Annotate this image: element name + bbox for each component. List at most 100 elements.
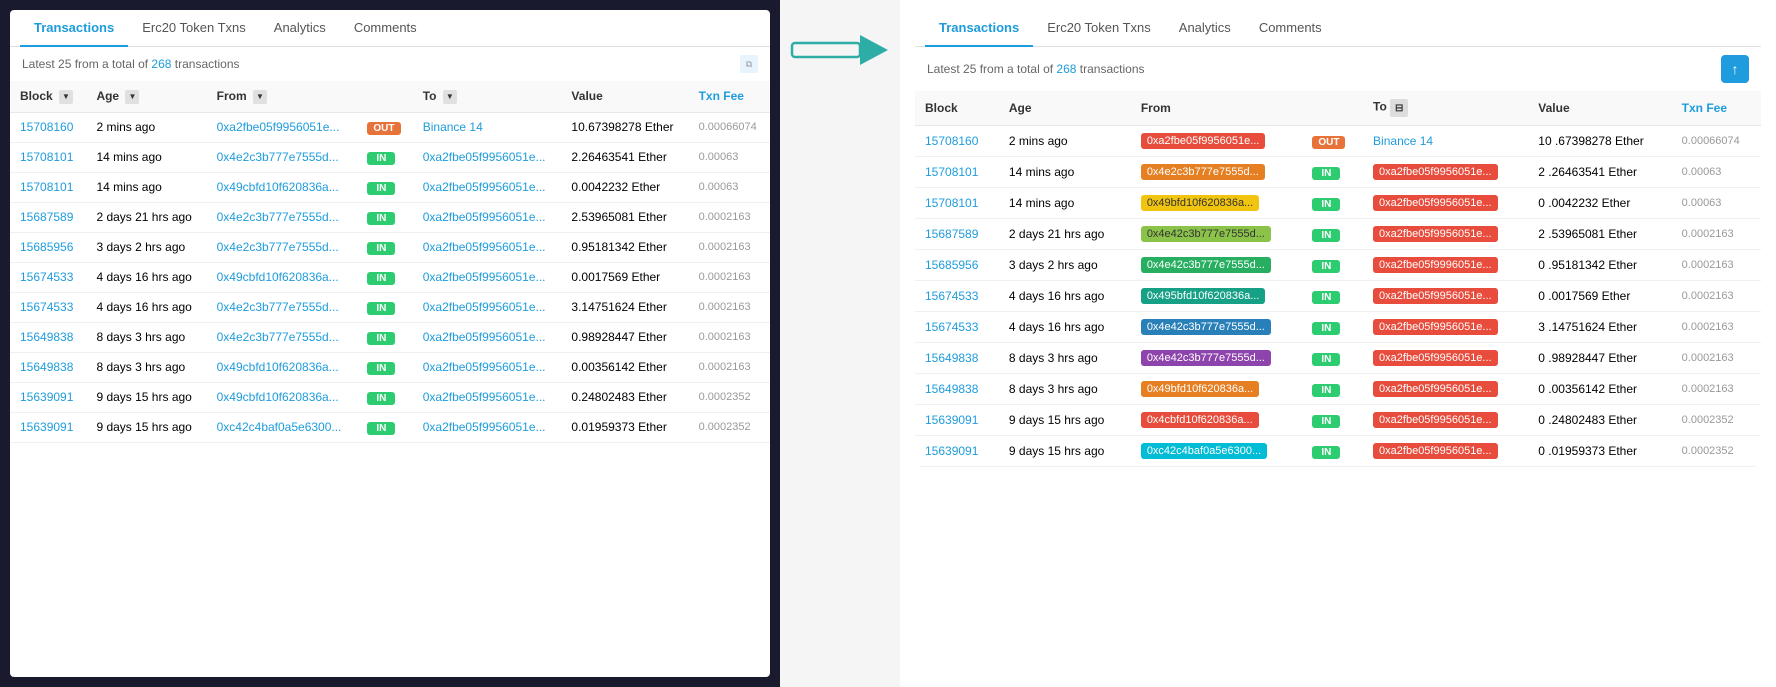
from-pill[interactable]: 0x4e2c3b777e7555d... xyxy=(1141,164,1265,180)
direction-badge: IN xyxy=(367,152,395,165)
copy-btn-left[interactable]: ⧉ xyxy=(740,55,758,73)
table-row: 15649838 8 days 3 hrs ago 0x4e42c3b777e7… xyxy=(915,343,1761,374)
cell-to: 0xa2fbe05f9956051e... xyxy=(1363,343,1528,374)
tx-count-link-right[interactable]: 268 xyxy=(1056,62,1076,76)
from-link[interactable]: 0x49cbfd10f620836a... xyxy=(217,180,339,194)
to-pill[interactable]: 0xa2fbe05f9956051e... xyxy=(1373,195,1498,211)
tab-transactions-left[interactable]: Transactions xyxy=(20,10,128,47)
direction-badge: IN xyxy=(367,212,395,225)
block-link[interactable]: 15685956 xyxy=(925,258,978,272)
cell-value: 0.0017569 Ether xyxy=(561,262,688,292)
block-link[interactable]: 15685956 xyxy=(20,240,73,254)
to-pill[interactable]: 0xa2fbe05f9996051e... xyxy=(1373,257,1498,273)
block-link[interactable]: 15639091 xyxy=(20,420,73,434)
tab-transactions-right[interactable]: Transactions xyxy=(925,10,1033,47)
block-link[interactable]: 15687589 xyxy=(20,210,73,224)
to-pill[interactable]: 0xa2fbe05f9956051e... xyxy=(1373,319,1498,335)
tab-erc20-right[interactable]: Erc20 Token Txns xyxy=(1033,10,1165,47)
from-link[interactable]: 0x4e2c3b777e7555d... xyxy=(217,210,339,224)
to-link[interactable]: Binance 14 xyxy=(423,120,483,134)
from-pill[interactable]: 0x49bfd10f620836a... xyxy=(1141,381,1259,397)
block-link[interactable]: 15649838 xyxy=(20,360,73,374)
from-link[interactable]: 0x49cbfd10f620836a... xyxy=(217,390,339,404)
cell-age: 4 days 16 hrs ago xyxy=(86,262,206,292)
from-link[interactable]: 0xc42c4baf0a5e6300... xyxy=(217,420,342,434)
to-pill[interactable]: 0xa2fbe05f9956051e... xyxy=(1373,381,1498,397)
from-pill[interactable]: 0x4e42c3b777e7555d... xyxy=(1141,350,1271,366)
block-link[interactable]: 15674533 xyxy=(925,289,978,303)
from-pill[interactable]: 0x4cbfd10f620836a... xyxy=(1141,412,1259,428)
from-pill[interactable]: 0xa2fbe05f9956051e... xyxy=(1141,133,1266,149)
cell-badge: IN xyxy=(1302,219,1363,250)
sort-to-left[interactable]: ▼ xyxy=(443,90,457,104)
sort-age-left[interactable]: ▼ xyxy=(125,90,139,104)
tab-comments-left[interactable]: Comments xyxy=(340,10,431,47)
to-link[interactable]: 0xa2fbe05f9956051e... xyxy=(423,390,546,404)
block-link[interactable]: 15708101 xyxy=(20,150,73,164)
from-link[interactable]: 0x4e2c3b777e7555d... xyxy=(217,330,339,344)
block-link[interactable]: 15674533 xyxy=(925,320,978,334)
from-link[interactable]: 0x4e2c3b777e7555d... xyxy=(217,150,339,164)
from-pill[interactable]: 0x4e42c3b777e7555d... xyxy=(1141,257,1271,273)
table-row: 15674533 4 days 16 hrs ago 0x49cbfd10f62… xyxy=(10,262,770,292)
from-link[interactable]: 0x4e2c3b777e7555d... xyxy=(217,240,339,254)
to-link[interactable]: 0xa2fbe05f9956051e... xyxy=(423,270,546,284)
from-pill[interactable]: 0x4e42c3b777e7555d... xyxy=(1141,226,1271,242)
from-pill[interactable]: 0x495bfd10f620836a... xyxy=(1141,288,1266,304)
block-link[interactable]: 15708160 xyxy=(20,120,73,134)
to-link[interactable]: 0xa2fbe05f9956051e... xyxy=(423,330,546,344)
to-link[interactable]: 0xa2fbe05f9956051e... xyxy=(423,360,546,374)
tab-analytics-right[interactable]: Analytics xyxy=(1165,10,1245,47)
block-link[interactable]: 15639091 xyxy=(925,413,978,427)
to-link[interactable]: 0xa2fbe05f9956051e... xyxy=(423,240,546,254)
from-pill[interactable]: 0x4e42c3b777e7555d... xyxy=(1141,319,1271,335)
sort-from-left[interactable]: ▼ xyxy=(253,90,267,104)
cell-age: 8 days 3 hrs ago xyxy=(999,374,1131,405)
block-link[interactable]: 15649838 xyxy=(20,330,73,344)
cell-to: 0xa2fbe05f9956051e... xyxy=(413,352,562,382)
block-link[interactable]: 15674533 xyxy=(20,300,73,314)
block-link[interactable]: 15649838 xyxy=(925,351,978,365)
cell-fee: 0.0002352 xyxy=(689,412,770,442)
to-pill[interactable]: 0xa2fbe05f9956051e... xyxy=(1373,350,1498,366)
cell-to: 0xa2fbe05f9956051e... xyxy=(1363,374,1528,405)
col-value-left: Value xyxy=(561,81,688,112)
tx-count-link-left[interactable]: 268 xyxy=(151,57,171,71)
block-link[interactable]: 15674533 xyxy=(20,270,73,284)
from-link[interactable]: 0x49cbfd10f620836a... xyxy=(217,360,339,374)
from-pill[interactable]: 0x49bfd10f620836a... xyxy=(1141,195,1259,211)
block-link[interactable]: 15708101 xyxy=(925,196,978,210)
to-pill[interactable]: 0xa2fbe05f9956051e... xyxy=(1373,443,1498,459)
cell-fee: 0.0002163 xyxy=(689,262,770,292)
sort-block-left[interactable]: ▼ xyxy=(59,90,73,104)
block-link[interactable]: 15649838 xyxy=(925,382,978,396)
left-card: Transactions Erc20 Token Txns Analytics … xyxy=(10,10,770,677)
cell-to: Binance 14 xyxy=(1363,126,1528,157)
block-link[interactable]: 15639091 xyxy=(20,390,73,404)
filter-to-icon[interactable]: ⊟ xyxy=(1390,99,1408,117)
tab-erc20-left[interactable]: Erc20 Token Txns xyxy=(128,10,260,47)
to-link[interactable]: 0xa2fbe05f9956051e... xyxy=(423,210,546,224)
to-link[interactable]: 0xa2fbe05f9956051e... xyxy=(423,420,546,434)
to-link[interactable]: Binance 14 xyxy=(1373,134,1433,148)
block-link[interactable]: 15687589 xyxy=(925,227,978,241)
from-link[interactable]: 0xa2fbe05f9956051e... xyxy=(217,120,340,134)
from-pill[interactable]: 0xc42c4baf0a5e6300... xyxy=(1141,443,1267,459)
to-link[interactable]: 0xa2fbe05f9956051e... xyxy=(423,180,546,194)
block-link[interactable]: 15708101 xyxy=(20,180,73,194)
to-pill[interactable]: 0xa2fbe05f9956051e... xyxy=(1373,288,1498,304)
block-link[interactable]: 15708101 xyxy=(925,165,978,179)
to-pill[interactable]: 0xa2fbe05f9956051e... xyxy=(1373,226,1498,242)
block-link[interactable]: 15708160 xyxy=(925,134,978,148)
block-link[interactable]: 15639091 xyxy=(925,444,978,458)
cell-age: 2 mins ago xyxy=(999,126,1131,157)
to-pill[interactable]: 0xa2fbe05f9956051e... xyxy=(1373,412,1498,428)
to-link[interactable]: 0xa2fbe05f9956051e... xyxy=(423,150,546,164)
tab-comments-right[interactable]: Comments xyxy=(1245,10,1336,47)
scroll-top-btn[interactable]: ↑ xyxy=(1721,55,1749,83)
from-link[interactable]: 0x4e2c3b777e7555d... xyxy=(217,300,339,314)
to-link[interactable]: 0xa2fbe05f9956051e... xyxy=(423,300,546,314)
from-link[interactable]: 0x49cbfd10f620836a... xyxy=(217,270,339,284)
tab-analytics-left[interactable]: Analytics xyxy=(260,10,340,47)
to-pill[interactable]: 0xa2fbe05f9956051e... xyxy=(1373,164,1498,180)
